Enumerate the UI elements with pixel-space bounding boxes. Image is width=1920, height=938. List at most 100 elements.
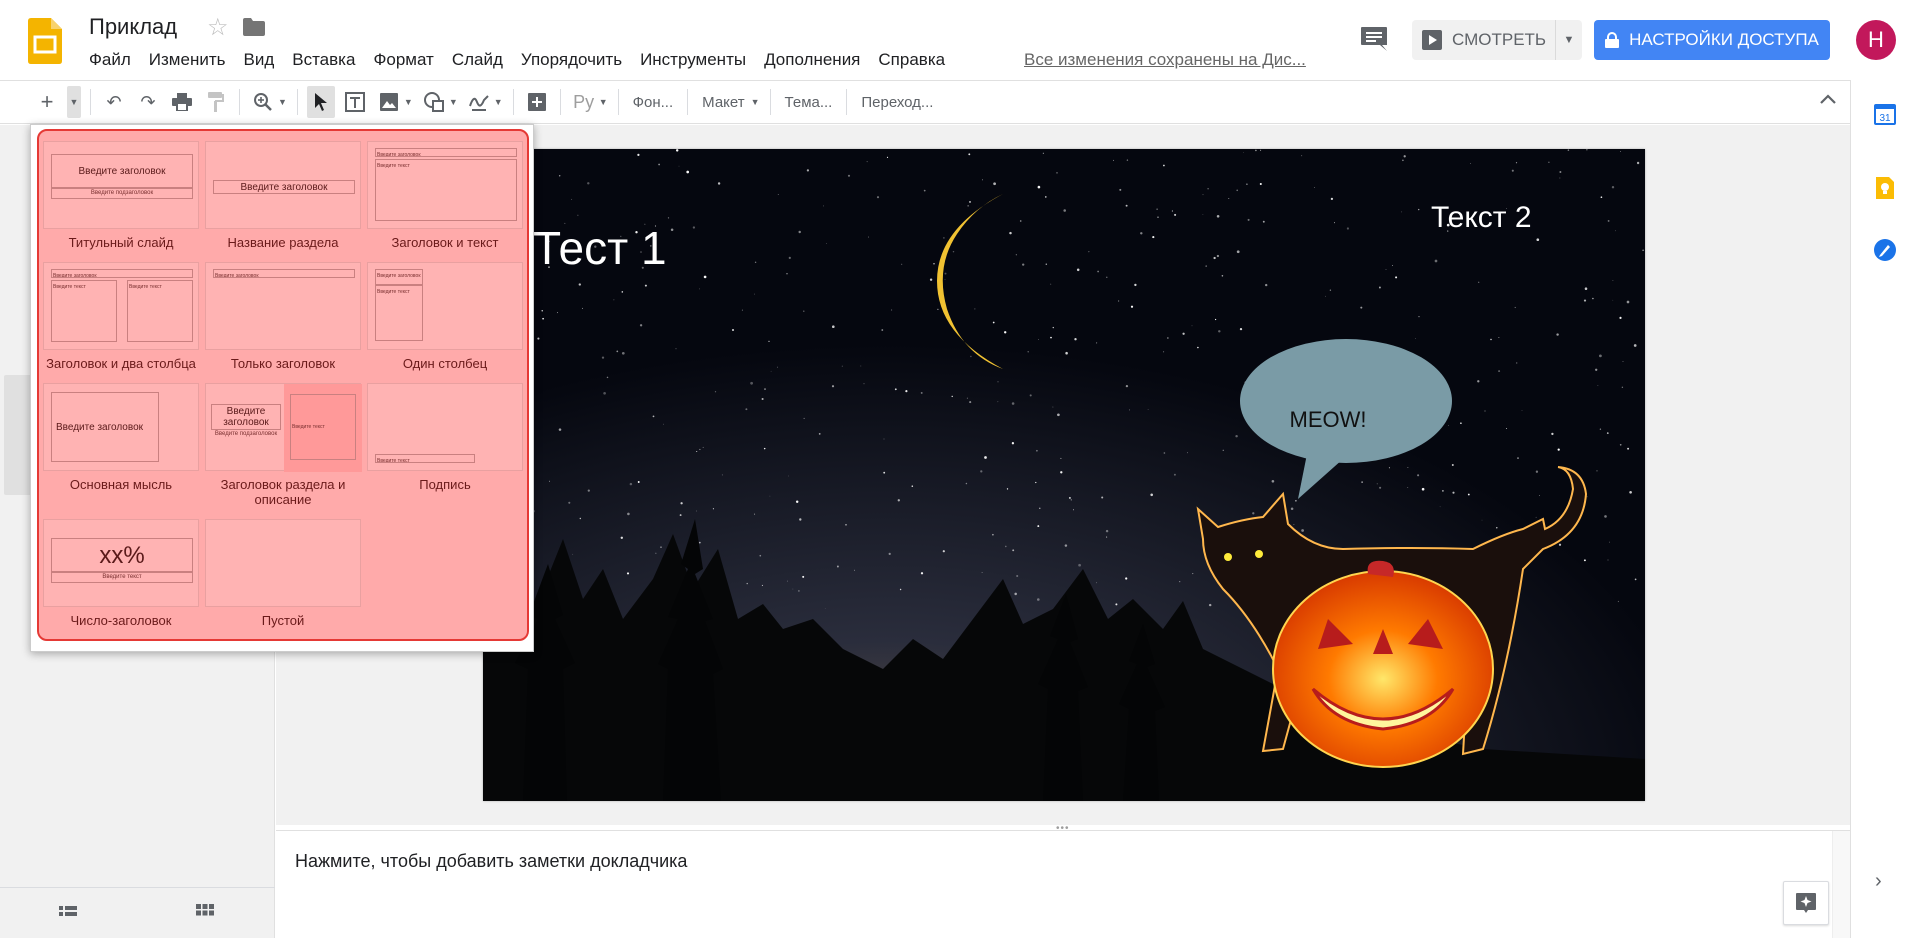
layout-button[interactable]: Макет xyxy=(694,94,752,111)
keep-icon[interactable] xyxy=(1873,176,1897,200)
menu-slide[interactable]: Слайд xyxy=(443,48,512,72)
background-button[interactable]: Фон... xyxy=(625,94,682,111)
number-placeholder: xx% xyxy=(51,538,193,572)
layout-thumbnail: Введите заголовок xyxy=(43,383,199,471)
insert-comment-icon[interactable] xyxy=(523,86,551,118)
tasks-icon[interactable] xyxy=(1873,238,1897,262)
body-placeholder: Введите текст xyxy=(375,285,423,341)
menu-format[interactable]: Формат xyxy=(364,48,442,72)
share-button[interactable]: НАСТРОЙКИ ДОСТУПА xyxy=(1594,20,1830,60)
slide-text-2[interactable]: Текст 2 xyxy=(1431,201,1532,235)
expand-side-panel-chevron-right-icon[interactable]: › xyxy=(1875,870,1882,893)
title-placeholder: Введите заголовок xyxy=(213,269,355,278)
menu-insert[interactable]: Вставка xyxy=(283,48,364,72)
new-slide-layout-chevron-icon[interactable]: ▼ xyxy=(67,86,81,118)
caption-placeholder: Введите текст xyxy=(375,454,475,463)
layout-thumbnail: Введите заголовок Введите подзаголовок xyxy=(43,141,199,229)
menu-view[interactable]: Вид xyxy=(234,48,283,72)
menu-file[interactable]: Файл xyxy=(80,48,140,72)
transition-button[interactable]: Переход... xyxy=(853,94,941,111)
input-tools-chevron-down-icon[interactable]: ▼ xyxy=(599,97,608,107)
image-icon[interactable] xyxy=(375,86,403,118)
input-tools-label: Ру xyxy=(573,91,595,112)
zoom-chevron-down-icon[interactable]: ▼ xyxy=(278,97,287,107)
layout-thumbnail: Введите заголовок Введите текст xyxy=(367,141,523,229)
explore-icon xyxy=(1796,893,1816,913)
layout-label: Титульный слайд xyxy=(68,235,174,250)
side-panel: 31 › xyxy=(1850,80,1920,938)
collapse-toolbar-chevron-up-icon[interactable] xyxy=(1816,88,1840,112)
body-placeholder: Введите текст xyxy=(51,572,193,583)
undo-icon[interactable]: ↶ xyxy=(100,86,128,118)
menu-addons[interactable]: Дополнения xyxy=(755,48,869,72)
body-placeholder: Введите текст xyxy=(375,159,517,221)
menu-edit[interactable]: Изменить xyxy=(140,48,235,72)
toolbar: + ▼ ↶ ↷ ▼ ▼ ▼ ▼ Ру ▼ Фон... Макет ▼ Тема… xyxy=(0,80,1850,124)
notes-scrollbar[interactable] xyxy=(1832,831,1850,938)
present-label: СМОТРЕТЬ xyxy=(1452,30,1547,49)
subtitle-placeholder: Введите подзаголовок xyxy=(214,430,278,437)
slide-text-1[interactable]: Тест 1 xyxy=(533,221,667,275)
toolbar-divider xyxy=(769,89,771,115)
comments-icon[interactable] xyxy=(1360,26,1388,52)
present-button[interactable]: СМОТРЕТЬ ▼ xyxy=(1412,20,1582,60)
toolbar-divider xyxy=(296,89,298,115)
share-label: НАСТРОЙКИ ДОСТУПА xyxy=(1629,30,1819,49)
image-chevron-down-icon[interactable]: ▼ xyxy=(404,97,413,107)
title-placeholder: Введите заголовок xyxy=(51,392,159,462)
title-placeholder: Введите заголовок xyxy=(51,154,193,188)
theme-button[interactable]: Тема... xyxy=(777,94,841,111)
menu-tools[interactable]: Инструменты xyxy=(631,48,755,72)
slide[interactable]: Тест 1 Текст 2 MEOW! xyxy=(483,149,1645,801)
paint-format-icon[interactable] xyxy=(202,86,230,118)
menu-arrange[interactable]: Упорядочить xyxy=(512,48,631,72)
notes-resize-handle[interactable]: ••• xyxy=(1056,823,1070,834)
layout-label: Пустой xyxy=(261,613,305,628)
layout-label: Заголовок и два столбца xyxy=(46,356,196,371)
layout-dropdown-menu: Введите заголовок Введите подзаголовок Т… xyxy=(30,124,534,652)
speaker-notes-placeholder[interactable]: Нажмите, чтобы добавить заметки докладчи… xyxy=(295,851,687,872)
subtitle-placeholder: Введите подзаголовок xyxy=(51,188,193,199)
layout-label: Заголовок и текст xyxy=(391,235,499,250)
avatar[interactable]: Н xyxy=(1856,20,1896,60)
folder-icon[interactable] xyxy=(243,18,265,36)
toolbar-divider xyxy=(687,89,689,115)
explore-button[interactable] xyxy=(1783,881,1829,925)
input-tools-button[interactable]: Ру xyxy=(570,86,598,118)
select-cursor-icon[interactable] xyxy=(306,86,335,118)
title-placeholder: Введите заголовок xyxy=(51,269,193,278)
play-icon xyxy=(1422,30,1442,50)
layout-chevron-down-icon[interactable]: ▼ xyxy=(751,97,760,107)
present-dropdown-chevron-icon[interactable]: ▼ xyxy=(1556,20,1582,60)
menu-help[interactable]: Справка xyxy=(869,48,954,72)
new-slide-plus-icon[interactable]: + xyxy=(33,86,61,118)
slides-logo-icon[interactable] xyxy=(28,18,62,64)
text-box-icon[interactable] xyxy=(341,86,369,118)
calendar-day: 31 xyxy=(1879,113,1891,124)
toolbar-divider xyxy=(559,89,561,115)
line-chevron-down-icon[interactable]: ▼ xyxy=(494,97,503,107)
document-title[interactable]: Приклад xyxy=(89,14,177,40)
speaker-notes[interactable]: ••• Нажмите, чтобы добавить заметки докл… xyxy=(276,823,1850,938)
body-placeholder-left: Введите текст xyxy=(51,280,117,342)
redo-icon[interactable]: ↷ xyxy=(134,86,162,118)
zoom-icon[interactable] xyxy=(249,86,277,118)
star-icon[interactable]: ☆ xyxy=(207,13,229,42)
layout-thumbnail: Введите заголовок Введите текст Введите … xyxy=(43,262,199,350)
list-view-icon[interactable] xyxy=(38,898,98,928)
calendar-icon[interactable]: 31 xyxy=(1873,102,1897,126)
line-icon[interactable] xyxy=(465,86,493,118)
title-placeholder: Введите заголовок xyxy=(375,269,423,285)
toolbar-divider xyxy=(239,89,240,115)
grid-view-icon[interactable] xyxy=(190,898,220,928)
speech-bubble-text[interactable]: MEOW! xyxy=(1263,407,1393,433)
shape-chevron-down-icon[interactable]: ▼ xyxy=(449,97,458,107)
title-placeholder: Введите заголовок xyxy=(375,148,517,157)
save-status-link[interactable]: Все изменения сохранены на Дис... xyxy=(1024,50,1306,70)
layout-thumbnail: Введите заголовок Введите подзаголовок В… xyxy=(205,383,362,472)
print-icon[interactable] xyxy=(168,86,196,118)
present-main[interactable]: СМОТРЕТЬ xyxy=(1412,20,1556,60)
shape-icon[interactable] xyxy=(420,86,448,118)
toolbar-divider xyxy=(512,89,514,115)
layout-thumbnail: xx% Введите текст xyxy=(43,519,199,607)
